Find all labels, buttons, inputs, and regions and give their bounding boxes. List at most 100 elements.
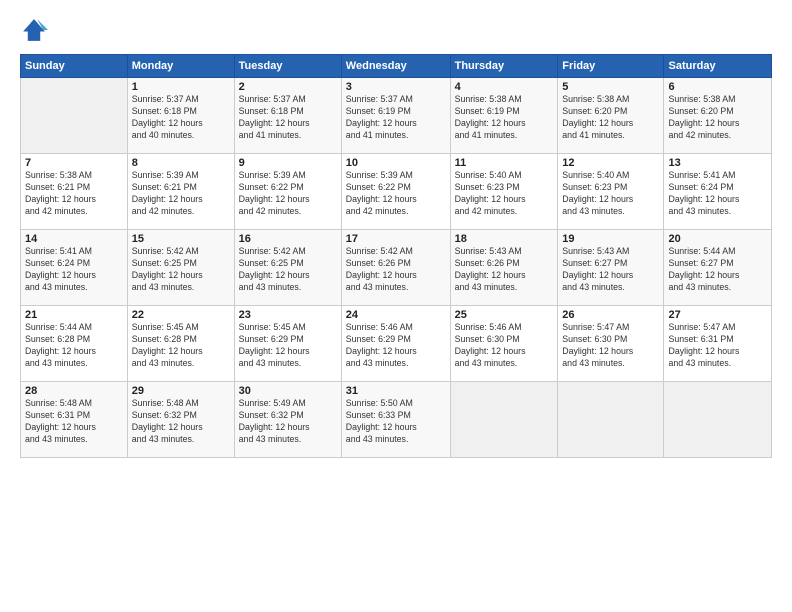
day-number: 14: [25, 233, 123, 245]
day-info: Sunrise: 5:47 AM Sunset: 6:31 PM Dayligh…: [668, 322, 767, 370]
day-cell: 15Sunrise: 5:42 AM Sunset: 6:25 PM Dayli…: [127, 230, 234, 306]
day-cell: 8Sunrise: 5:39 AM Sunset: 6:21 PM Daylig…: [127, 154, 234, 230]
calendar-header: SundayMondayTuesdayWednesdayThursdayFrid…: [21, 55, 772, 78]
day-number: 4: [455, 81, 554, 93]
day-cell: 21Sunrise: 5:44 AM Sunset: 6:28 PM Dayli…: [21, 306, 128, 382]
day-info: Sunrise: 5:48 AM Sunset: 6:31 PM Dayligh…: [25, 398, 123, 446]
day-info: Sunrise: 5:43 AM Sunset: 6:26 PM Dayligh…: [455, 246, 554, 294]
day-cell: 25Sunrise: 5:46 AM Sunset: 6:30 PM Dayli…: [450, 306, 558, 382]
day-cell: 13Sunrise: 5:41 AM Sunset: 6:24 PM Dayli…: [664, 154, 772, 230]
day-cell: 28Sunrise: 5:48 AM Sunset: 6:31 PM Dayli…: [21, 382, 128, 458]
day-cell: 14Sunrise: 5:41 AM Sunset: 6:24 PM Dayli…: [21, 230, 128, 306]
calendar-table: SundayMondayTuesdayWednesdayThursdayFrid…: [20, 54, 772, 458]
day-info: Sunrise: 5:48 AM Sunset: 6:32 PM Dayligh…: [132, 398, 230, 446]
day-cell: 17Sunrise: 5:42 AM Sunset: 6:26 PM Dayli…: [341, 230, 450, 306]
day-cell: 11Sunrise: 5:40 AM Sunset: 6:23 PM Dayli…: [450, 154, 558, 230]
day-number: 8: [132, 157, 230, 169]
day-cell: 23Sunrise: 5:45 AM Sunset: 6:29 PM Dayli…: [234, 306, 341, 382]
day-cell: 30Sunrise: 5:49 AM Sunset: 6:32 PM Dayli…: [234, 382, 341, 458]
day-cell: 2Sunrise: 5:37 AM Sunset: 6:18 PM Daylig…: [234, 78, 341, 154]
header-row: SundayMondayTuesdayWednesdayThursdayFrid…: [21, 55, 772, 78]
day-number: 6: [668, 81, 767, 93]
day-number: 11: [455, 157, 554, 169]
day-info: Sunrise: 5:45 AM Sunset: 6:28 PM Dayligh…: [132, 322, 230, 370]
day-cell: 5Sunrise: 5:38 AM Sunset: 6:20 PM Daylig…: [558, 78, 664, 154]
day-number: 31: [346, 385, 446, 397]
day-cell: 10Sunrise: 5:39 AM Sunset: 6:22 PM Dayli…: [341, 154, 450, 230]
day-info: Sunrise: 5:39 AM Sunset: 6:22 PM Dayligh…: [239, 170, 337, 218]
week-row-4: 21Sunrise: 5:44 AM Sunset: 6:28 PM Dayli…: [21, 306, 772, 382]
day-cell: [664, 382, 772, 458]
logo: [20, 16, 52, 44]
week-row-5: 28Sunrise: 5:48 AM Sunset: 6:31 PM Dayli…: [21, 382, 772, 458]
day-number: 26: [562, 309, 659, 321]
day-info: Sunrise: 5:38 AM Sunset: 6:20 PM Dayligh…: [668, 94, 767, 142]
day-info: Sunrise: 5:45 AM Sunset: 6:29 PM Dayligh…: [239, 322, 337, 370]
day-number: 30: [239, 385, 337, 397]
day-number: 13: [668, 157, 767, 169]
day-cell: 20Sunrise: 5:44 AM Sunset: 6:27 PM Dayli…: [664, 230, 772, 306]
day-cell: 24Sunrise: 5:46 AM Sunset: 6:29 PM Dayli…: [341, 306, 450, 382]
day-number: 27: [668, 309, 767, 321]
day-info: Sunrise: 5:38 AM Sunset: 6:20 PM Dayligh…: [562, 94, 659, 142]
day-cell: 6Sunrise: 5:38 AM Sunset: 6:20 PM Daylig…: [664, 78, 772, 154]
day-number: 2: [239, 81, 337, 93]
week-row-2: 7Sunrise: 5:38 AM Sunset: 6:21 PM Daylig…: [21, 154, 772, 230]
day-number: 18: [455, 233, 554, 245]
day-info: Sunrise: 5:37 AM Sunset: 6:18 PM Dayligh…: [132, 94, 230, 142]
day-cell: 31Sunrise: 5:50 AM Sunset: 6:33 PM Dayli…: [341, 382, 450, 458]
day-info: Sunrise: 5:42 AM Sunset: 6:26 PM Dayligh…: [346, 246, 446, 294]
day-number: 28: [25, 385, 123, 397]
day-info: Sunrise: 5:39 AM Sunset: 6:21 PM Dayligh…: [132, 170, 230, 218]
day-number: 17: [346, 233, 446, 245]
day-info: Sunrise: 5:50 AM Sunset: 6:33 PM Dayligh…: [346, 398, 446, 446]
header-tuesday: Tuesday: [234, 55, 341, 78]
day-number: 15: [132, 233, 230, 245]
day-number: 20: [668, 233, 767, 245]
day-info: Sunrise: 5:41 AM Sunset: 6:24 PM Dayligh…: [668, 170, 767, 218]
day-info: Sunrise: 5:49 AM Sunset: 6:32 PM Dayligh…: [239, 398, 337, 446]
day-info: Sunrise: 5:41 AM Sunset: 6:24 PM Dayligh…: [25, 246, 123, 294]
day-info: Sunrise: 5:47 AM Sunset: 6:30 PM Dayligh…: [562, 322, 659, 370]
day-info: Sunrise: 5:37 AM Sunset: 6:18 PM Dayligh…: [239, 94, 337, 142]
day-info: Sunrise: 5:46 AM Sunset: 6:29 PM Dayligh…: [346, 322, 446, 370]
day-cell: [558, 382, 664, 458]
day-cell: 4Sunrise: 5:38 AM Sunset: 6:19 PM Daylig…: [450, 78, 558, 154]
day-number: 5: [562, 81, 659, 93]
day-number: 3: [346, 81, 446, 93]
day-info: Sunrise: 5:38 AM Sunset: 6:21 PM Dayligh…: [25, 170, 123, 218]
day-cell: 12Sunrise: 5:40 AM Sunset: 6:23 PM Dayli…: [558, 154, 664, 230]
day-number: 1: [132, 81, 230, 93]
day-cell: [21, 78, 128, 154]
day-cell: 29Sunrise: 5:48 AM Sunset: 6:32 PM Dayli…: [127, 382, 234, 458]
day-cell: 19Sunrise: 5:43 AM Sunset: 6:27 PM Dayli…: [558, 230, 664, 306]
day-number: 12: [562, 157, 659, 169]
day-info: Sunrise: 5:46 AM Sunset: 6:30 PM Dayligh…: [455, 322, 554, 370]
day-cell: 3Sunrise: 5:37 AM Sunset: 6:19 PM Daylig…: [341, 78, 450, 154]
day-number: 25: [455, 309, 554, 321]
day-cell: 27Sunrise: 5:47 AM Sunset: 6:31 PM Dayli…: [664, 306, 772, 382]
logo-icon: [20, 16, 48, 44]
day-cell: 7Sunrise: 5:38 AM Sunset: 6:21 PM Daylig…: [21, 154, 128, 230]
day-info: Sunrise: 5:43 AM Sunset: 6:27 PM Dayligh…: [562, 246, 659, 294]
day-number: 9: [239, 157, 337, 169]
day-info: Sunrise: 5:39 AM Sunset: 6:22 PM Dayligh…: [346, 170, 446, 218]
day-number: 22: [132, 309, 230, 321]
day-info: Sunrise: 5:44 AM Sunset: 6:27 PM Dayligh…: [668, 246, 767, 294]
day-number: 16: [239, 233, 337, 245]
day-cell: 1Sunrise: 5:37 AM Sunset: 6:18 PM Daylig…: [127, 78, 234, 154]
header-friday: Friday: [558, 55, 664, 78]
week-row-3: 14Sunrise: 5:41 AM Sunset: 6:24 PM Dayli…: [21, 230, 772, 306]
day-number: 24: [346, 309, 446, 321]
day-info: Sunrise: 5:44 AM Sunset: 6:28 PM Dayligh…: [25, 322, 123, 370]
header-monday: Monday: [127, 55, 234, 78]
day-cell: [450, 382, 558, 458]
day-info: Sunrise: 5:40 AM Sunset: 6:23 PM Dayligh…: [455, 170, 554, 218]
day-cell: 16Sunrise: 5:42 AM Sunset: 6:25 PM Dayli…: [234, 230, 341, 306]
day-number: 21: [25, 309, 123, 321]
day-cell: 22Sunrise: 5:45 AM Sunset: 6:28 PM Dayli…: [127, 306, 234, 382]
day-info: Sunrise: 5:37 AM Sunset: 6:19 PM Dayligh…: [346, 94, 446, 142]
day-cell: 26Sunrise: 5:47 AM Sunset: 6:30 PM Dayli…: [558, 306, 664, 382]
day-info: Sunrise: 5:42 AM Sunset: 6:25 PM Dayligh…: [239, 246, 337, 294]
header-thursday: Thursday: [450, 55, 558, 78]
